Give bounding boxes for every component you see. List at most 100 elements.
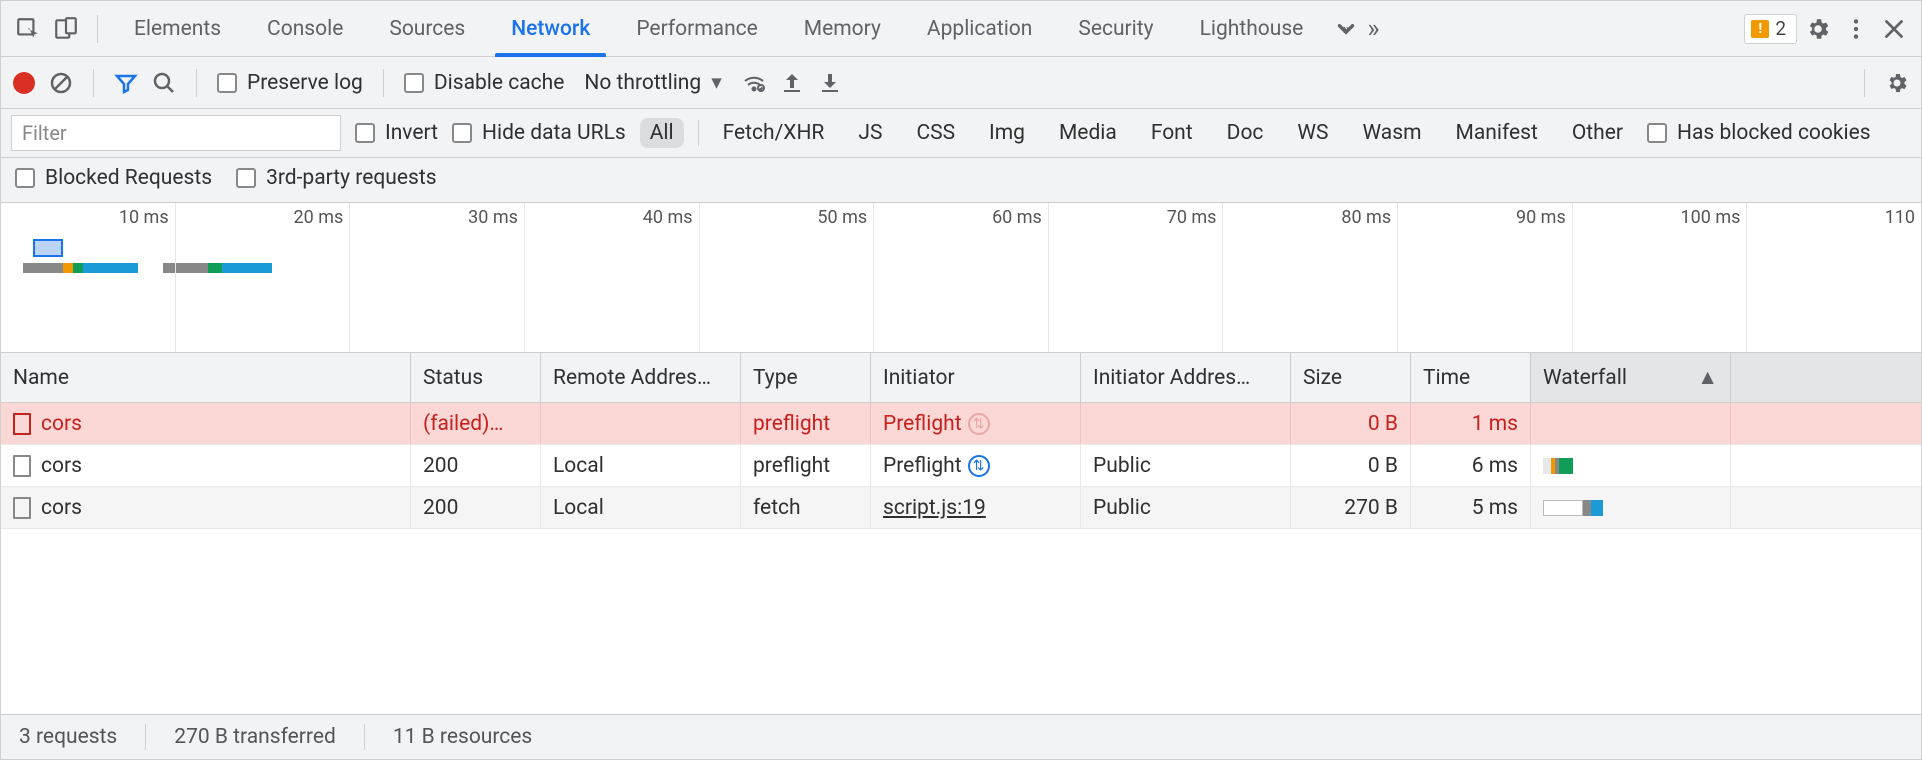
- type-filter-ws[interactable]: WS: [1287, 118, 1338, 148]
- tab-console[interactable]: Console: [245, 1, 365, 56]
- document-icon: [13, 413, 31, 435]
- network-settings-gear-icon[interactable]: [1885, 71, 1909, 95]
- resource-type-filters: All Fetch/XHR JS CSS Img Media Font Doc WS Wasm Ma…: [640, 118, 1633, 148]
- timeline-tick-label: 60 ms: [992, 207, 1042, 228]
- clear-icon[interactable]: [49, 71, 73, 95]
- throttling-value: No throttling: [584, 71, 701, 95]
- type-filter-css[interactable]: CSS: [906, 118, 965, 148]
- col-remote-address[interactable]: Remote Addres…: [541, 353, 741, 402]
- cell-waterfall-extra: [1731, 403, 1921, 444]
- type-filter-fetch-xhr[interactable]: Fetch/XHR: [713, 118, 835, 148]
- cell-waterfall: [1531, 403, 1731, 444]
- type-filter-img[interactable]: Img: [979, 118, 1035, 148]
- col-waterfall[interactable]: Waterfall ▲: [1531, 353, 1731, 402]
- col-type[interactable]: Type: [741, 353, 871, 402]
- timeline-tick: 60 ms: [874, 203, 1049, 352]
- has-blocked-cookies-checkbox[interactable]: Has blocked cookies: [1647, 121, 1871, 145]
- timeline-overview[interactable]: 10 ms20 ms30 ms40 ms50 ms60 ms70 ms80 ms…: [1, 203, 1921, 353]
- col-initiator[interactable]: Initiator: [871, 353, 1081, 402]
- col-waterfall-extra[interactable]: [1731, 353, 1921, 402]
- tab-elements[interactable]: Elements: [112, 1, 243, 56]
- cell-initiator-address: [1081, 403, 1291, 444]
- more-tabs-chevron-icon[interactable]: »: [1367, 12, 1379, 46]
- cell-initiator: script.js:19: [871, 487, 1081, 528]
- col-name[interactable]: Name: [1, 353, 411, 402]
- issues-badge[interactable]: ! 2: [1744, 14, 1797, 44]
- preserve-log-label: Preserve log: [247, 71, 363, 95]
- timeline-tick: 50 ms: [700, 203, 875, 352]
- cell-name: cors: [1, 403, 411, 444]
- more-tabs-icon[interactable]: »: [1329, 12, 1363, 46]
- timeline-tick-label: 90 ms: [1516, 207, 1566, 228]
- search-icon[interactable]: [152, 71, 176, 95]
- request-row[interactable]: cors200Localfetchscript.js:19Public270 B…: [1, 487, 1921, 529]
- timeline-tick: 110: [1747, 203, 1921, 352]
- type-filter-other[interactable]: Other: [1562, 118, 1633, 148]
- type-filter-font[interactable]: Font: [1141, 118, 1203, 148]
- type-filter-media[interactable]: Media: [1049, 118, 1127, 148]
- tab-application[interactable]: Application: [905, 1, 1054, 56]
- type-filter-wasm[interactable]: Wasm: [1353, 118, 1432, 148]
- tab-security[interactable]: Security: [1056, 1, 1175, 56]
- network-conditions-icon[interactable]: [742, 71, 766, 95]
- filter-bar: Filter Invert Hide data URLs All Fetch/XH…: [1, 109, 1921, 158]
- type-filter-doc[interactable]: Doc: [1217, 118, 1274, 148]
- filter-bar-2: Blocked Requests 3rd-party requests: [1, 158, 1921, 203]
- type-filter-manifest[interactable]: Manifest: [1446, 118, 1548, 148]
- device-toolbar-icon[interactable]: [49, 12, 83, 46]
- divider: [364, 724, 365, 750]
- initiator-link[interactable]: script.js:19: [883, 496, 986, 520]
- filter-funnel-icon[interactable]: [114, 71, 138, 95]
- invert-checkbox[interactable]: Invert: [355, 121, 438, 145]
- timeline-tick: 30 ms: [350, 203, 525, 352]
- sort-asc-icon: ▲: [1697, 366, 1718, 390]
- col-status[interactable]: Status: [411, 353, 541, 402]
- cell-waterfall-extra: [1731, 445, 1921, 486]
- type-filter-all[interactable]: All: [640, 118, 684, 148]
- tab-performance[interactable]: Performance: [614, 1, 779, 56]
- document-icon: [13, 455, 31, 477]
- blocked-requests-checkbox[interactable]: Blocked Requests: [15, 166, 212, 190]
- col-initiator-address[interactable]: Initiator Addres…: [1081, 353, 1291, 402]
- disable-cache-checkbox[interactable]: Disable cache: [404, 71, 565, 95]
- kebab-menu-icon[interactable]: [1839, 12, 1873, 46]
- col-time[interactable]: Time: [1411, 353, 1531, 402]
- preserve-log-checkbox[interactable]: Preserve log: [217, 71, 363, 95]
- timeline-tick: 40 ms: [525, 203, 700, 352]
- timeline-tick: 70 ms: [1049, 203, 1224, 352]
- divider: [383, 69, 384, 97]
- tab-lighthouse[interactable]: Lighthouse: [1178, 1, 1326, 56]
- upload-har-icon[interactable]: [780, 71, 804, 95]
- third-party-checkbox[interactable]: 3rd-party requests: [236, 166, 436, 190]
- request-row[interactable]: cors(failed)…preflightPreflight0 B1 ms: [1, 403, 1921, 445]
- col-size[interactable]: Size: [1291, 353, 1411, 402]
- throttling-select[interactable]: No throttling ▾: [578, 70, 727, 95]
- timeline-tick-label: 10 ms: [119, 207, 169, 228]
- cell-status: 200: [411, 445, 541, 486]
- tab-network[interactable]: Network: [489, 1, 612, 56]
- download-har-icon[interactable]: [818, 71, 842, 95]
- timeline-tick-label: 50 ms: [817, 207, 867, 228]
- close-devtools-icon[interactable]: [1877, 12, 1911, 46]
- record-button[interactable]: [13, 72, 35, 94]
- cell-name: cors: [1, 445, 411, 486]
- status-requests: 3 requests: [19, 725, 117, 749]
- tab-memory[interactable]: Memory: [782, 1, 903, 56]
- inspect-element-icon[interactable]: [11, 12, 45, 46]
- cell-type: preflight: [741, 445, 871, 486]
- hide-data-urls-checkbox[interactable]: Hide data URLs: [452, 121, 626, 145]
- checkbox-icon: [217, 73, 237, 93]
- type-filter-js[interactable]: JS: [848, 118, 892, 148]
- timeline-tick-label: 20 ms: [294, 207, 344, 228]
- filter-input[interactable]: Filter: [11, 115, 341, 151]
- cell-remote: Local: [541, 487, 741, 528]
- tab-sources[interactable]: Sources: [367, 1, 487, 56]
- cell-time: 5 ms: [1411, 487, 1531, 528]
- cell-waterfall: [1531, 445, 1731, 486]
- request-row[interactable]: cors200LocalpreflightPreflightPublic0 B6…: [1, 445, 1921, 487]
- network-toolbar: Preserve log Disable cache No throttling…: [1, 57, 1921, 109]
- settings-gear-icon[interactable]: [1801, 12, 1835, 46]
- status-transferred: 270 B transferred: [174, 725, 336, 749]
- timeline-tick: 10 ms: [1, 203, 176, 352]
- timeline-tick-label: 100 ms: [1681, 207, 1741, 228]
